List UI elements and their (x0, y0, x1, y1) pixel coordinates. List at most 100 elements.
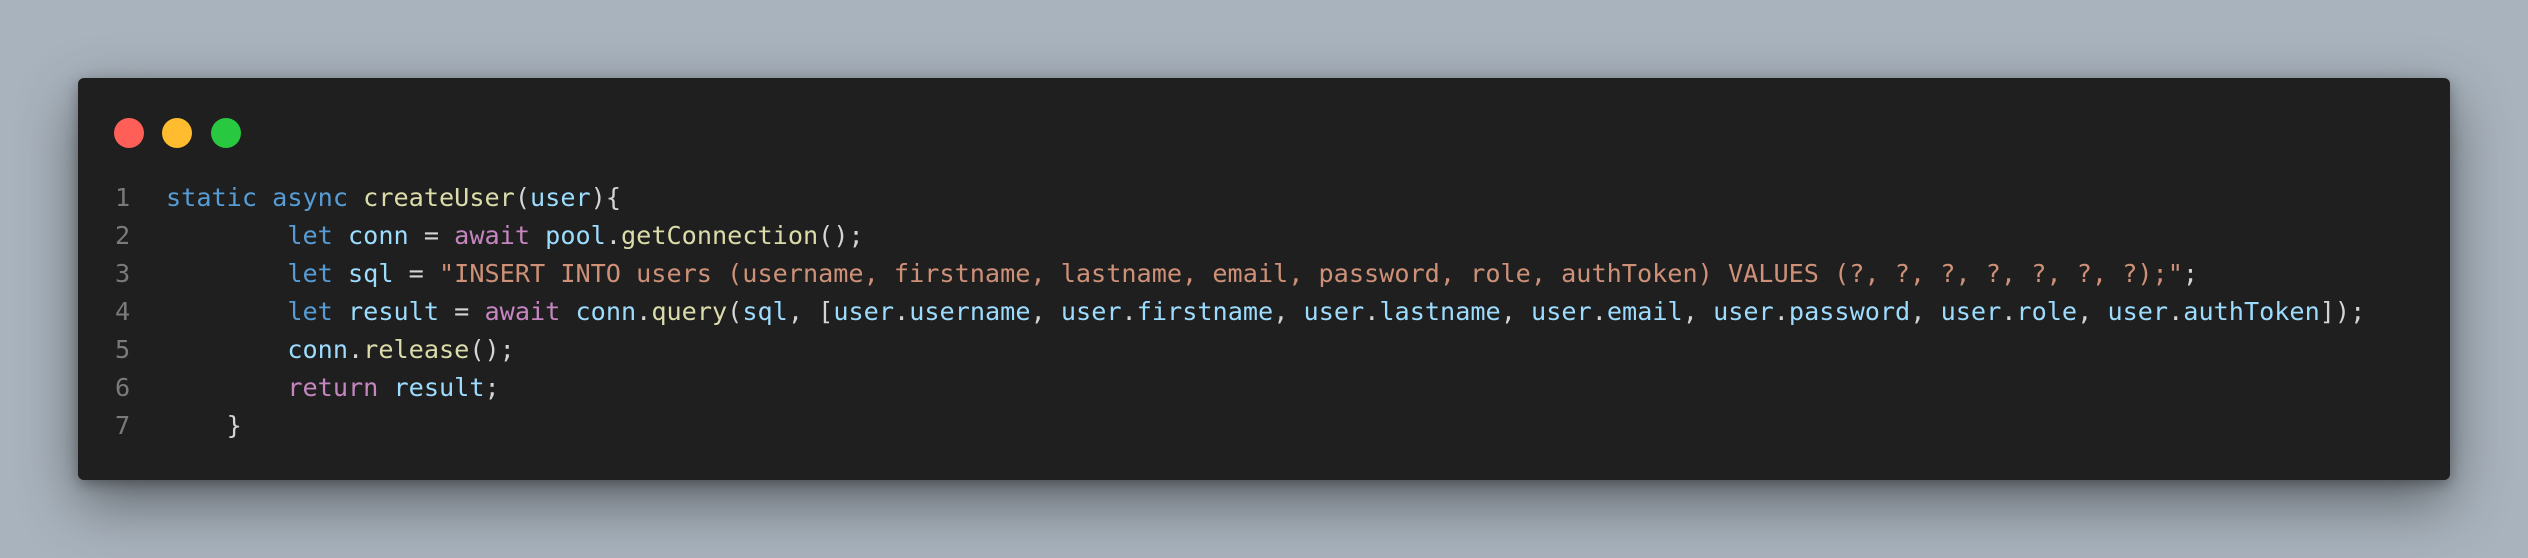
code-token: . (894, 297, 910, 326)
code-token: username (909, 297, 1031, 326)
code-text: let sql = "INSERT INTO users (username, … (166, 255, 2198, 293)
code-token: password (1788, 297, 1911, 326)
minimize-button[interactable] (162, 118, 192, 148)
code-token: ; (2182, 259, 2199, 288)
code-text: } (166, 407, 242, 445)
code-token: email (1606, 297, 1683, 326)
code-token: lastname (1379, 297, 1501, 326)
code-token: , (1910, 297, 1941, 326)
line-number: 2 (115, 221, 131, 250)
code-token: ( (514, 183, 530, 212)
code-text: let conn = await pool.getConnection(); (166, 217, 863, 255)
code-token: let (287, 297, 333, 326)
code-text: return result; (166, 369, 500, 407)
code-token: . (636, 297, 652, 326)
code-token: . (1364, 297, 1380, 326)
maximize-button[interactable] (211, 118, 241, 148)
code-token: sql (348, 259, 394, 288)
code-token: sql (742, 297, 788, 326)
line-number: 7 (115, 411, 131, 440)
code-token: role (2016, 297, 2078, 326)
code-token: , (1682, 297, 1714, 326)
code-token: conn (575, 297, 637, 326)
code-token: return (287, 373, 379, 402)
code-token: . (2001, 297, 2017, 326)
code-text: static async createUser(user){ (166, 179, 621, 217)
code-text: conn.release(); (166, 331, 515, 369)
line-number: 1 (115, 183, 131, 212)
code-token: ; (484, 373, 500, 402)
line-number: 4 (115, 297, 131, 326)
code-token: async (272, 183, 348, 212)
code-window: 1 static async createUser(user){2 let con… (78, 78, 2450, 480)
code-token: user (1060, 297, 1122, 326)
code-token: result (348, 297, 439, 326)
code-token: , [ (787, 297, 834, 326)
code-token: user (1940, 297, 2002, 326)
code-token: static (166, 183, 257, 212)
code-token: , (1273, 297, 1304, 326)
code-token: , (1500, 297, 1532, 326)
code-token: "INSERT INTO users (username, firstname,… (439, 259, 2183, 288)
code-token: await (454, 221, 530, 250)
code-token: user (1531, 297, 1592, 326)
code-token: ]); (2319, 297, 2366, 326)
code-token: } (226, 411, 242, 440)
code-line: 5 conn.release(); (78, 331, 2450, 369)
line-number: 3 (115, 259, 131, 288)
code-token: conn (287, 335, 348, 364)
line-number: 6 (115, 373, 131, 402)
code-token: let (287, 259, 333, 288)
line-number: 5 (115, 335, 131, 364)
code-token: release (363, 335, 470, 364)
code-token: ( (727, 297, 743, 326)
code-line: 4 let result = await conn.query(sql, [us… (78, 293, 2450, 331)
code-token: = (408, 221, 455, 250)
code-line: 3 let sql = "INSERT INTO users (username… (78, 255, 2450, 293)
code-line: 2 let conn = await pool.getConnection(); (78, 217, 2450, 255)
code-token: . (605, 221, 622, 250)
code-token: getConnection (621, 221, 819, 250)
code-token: pool (545, 221, 606, 250)
code-token: = (393, 259, 439, 288)
code-token: user (1713, 297, 1774, 326)
code-token: (); (469, 335, 515, 364)
code-token: firstname (1136, 297, 1274, 326)
code-token: . (1591, 297, 1607, 326)
code-token: user (1303, 297, 1365, 326)
code-token: user (2107, 297, 2169, 326)
code-token: await (484, 297, 561, 326)
code-line: 1 static async createUser(user){ (78, 179, 2450, 217)
code-token: query (651, 297, 728, 326)
code-token: = (439, 297, 485, 326)
code-text: let result = await conn.query(sql, [user… (166, 293, 2365, 331)
close-button[interactable] (114, 118, 144, 148)
code-token: user (833, 297, 895, 326)
code-token: . (2168, 297, 2184, 326)
code-line: 6 return result; (78, 369, 2450, 407)
code-line: 7 } (78, 407, 2450, 445)
code-token: . (348, 335, 364, 364)
code-token: let (287, 221, 333, 250)
code-token: createUser (363, 183, 515, 212)
code-token: conn (348, 221, 409, 250)
code-block: 1 static async createUser(user){2 let con… (78, 179, 2450, 445)
code-token: ){ (590, 183, 622, 212)
code-token: user (530, 183, 591, 212)
code-token: , (1030, 297, 1061, 326)
code-token: . (1773, 297, 1789, 326)
